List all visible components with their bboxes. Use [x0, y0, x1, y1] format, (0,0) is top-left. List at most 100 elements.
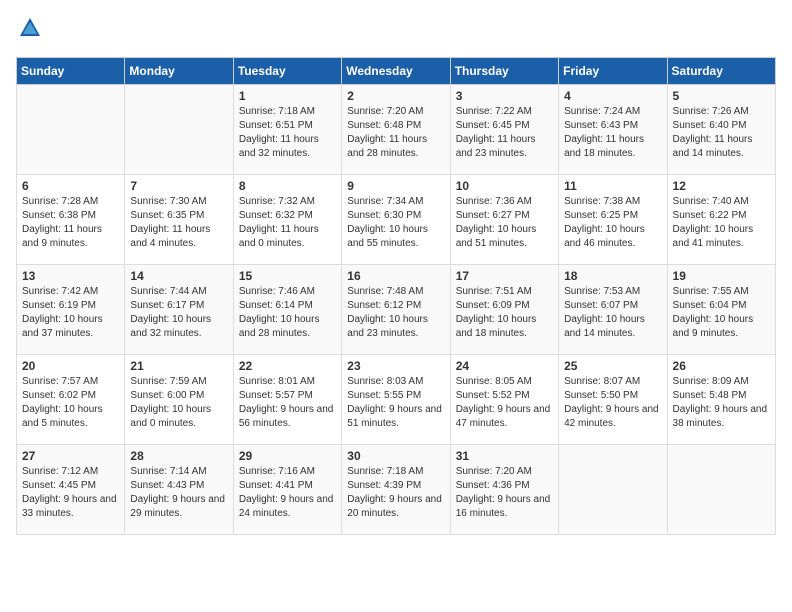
weekday-header-saturday: Saturday [667, 58, 775, 85]
cell-content: Sunrise: 8:05 AM Sunset: 5:52 PM Dayligh… [456, 375, 553, 431]
day-number: 30 [347, 449, 444, 463]
day-number: 17 [456, 269, 553, 283]
cell-content: Sunrise: 7:20 AM Sunset: 6:48 PM Dayligh… [347, 105, 444, 161]
calendar-cell: 3Sunrise: 7:22 AM Sunset: 6:45 PM Daylig… [450, 85, 558, 175]
day-number: 2 [347, 89, 444, 103]
cell-content: Sunrise: 8:07 AM Sunset: 5:50 PM Dayligh… [564, 375, 661, 431]
cell-content: Sunrise: 7:55 AM Sunset: 6:04 PM Dayligh… [673, 285, 770, 341]
weekday-header-tuesday: Tuesday [233, 58, 341, 85]
day-number: 9 [347, 179, 444, 193]
day-number: 25 [564, 359, 661, 373]
weekday-header-sunday: Sunday [17, 58, 125, 85]
day-number: 20 [22, 359, 119, 373]
calendar-cell: 23 Sunrise: 8:03 AM Sunset: 5:55 PM Dayli… [342, 355, 450, 445]
day-number: 29 [239, 449, 336, 463]
cell-content: Sunrise: 8:03 AM Sunset: 5:55 PM Dayligh… [347, 375, 444, 431]
calendar-cell: 12 Sunrise: 7:40 AM Sunset: 6:22 PM Dayli… [667, 175, 775, 265]
cell-content: Sunrise: 7:18 AM Sunset: 6:51 PM Dayligh… [239, 105, 336, 161]
calendar-cell: 27 Sunrise: 7:12 AM Sunset: 4:45 PM Dayli… [17, 445, 125, 535]
day-number: 14 [130, 269, 227, 283]
calendar-cell: 19Sunrise: 7:55 AM Sunset: 6:04 PM Dayli… [667, 265, 775, 355]
calendar-cell: 29Sunrise: 7:16 AM Sunset: 4:41 PM Dayli… [233, 445, 341, 535]
day-number: 31 [456, 449, 553, 463]
calendar-cell: 6Sunrise: 7:28 AM Sunset: 6:38 PM Daylig… [17, 175, 125, 265]
day-number: 5 [673, 89, 770, 103]
calendar-cell: 24 Sunrise: 8:05 AM Sunset: 5:52 PM Dayli… [450, 355, 558, 445]
cell-content: Sunrise: 7:46 AM Sunset: 6:14 PM Dayligh… [239, 285, 336, 341]
weekday-header-wednesday: Wednesday [342, 58, 450, 85]
calendar-cell: 2 Sunrise: 7:20 AM Sunset: 6:48 PM Daylig… [342, 85, 450, 175]
calendar-week-4: 20 Sunrise: 7:57 AM Sunset: 6:02 PM Dayli… [17, 355, 776, 445]
calendar-week-3: 13 Sunrise: 7:42 AM Sunset: 6:19 PM Dayli… [17, 265, 776, 355]
calendar-cell: 10 Sunrise: 7:36 AM Sunset: 6:27 PM Dayli… [450, 175, 558, 265]
calendar-cell: 15 Sunrise: 7:46 AM Sunset: 6:14 PM Dayli… [233, 265, 341, 355]
day-number: 8 [239, 179, 336, 193]
day-number: 27 [22, 449, 119, 463]
calendar-week-2: 6Sunrise: 7:28 AM Sunset: 6:38 PM Daylig… [17, 175, 776, 265]
calendar-week-5: 27 Sunrise: 7:12 AM Sunset: 4:45 PM Dayli… [17, 445, 776, 535]
logo-icon [18, 16, 42, 40]
cell-content: Sunrise: 7:34 AM Sunset: 6:30 PM Dayligh… [347, 195, 444, 251]
cell-content: Sunrise: 7:14 AM Sunset: 4:43 PM Dayligh… [130, 465, 227, 521]
calendar-cell: 5 Sunrise: 7:26 AM Sunset: 6:40 PM Daylig… [667, 85, 775, 175]
calendar-table: SundayMondayTuesdayWednesdayThursdayFrid… [16, 57, 776, 535]
weekday-header-thursday: Thursday [450, 58, 558, 85]
calendar-cell: 22 Sunrise: 8:01 AM Sunset: 5:57 PM Dayli… [233, 355, 341, 445]
day-number: 21 [130, 359, 227, 373]
calendar-cell: 17 Sunrise: 7:51 AM Sunset: 6:09 PM Dayli… [450, 265, 558, 355]
cell-content: Sunrise: 7:57 AM Sunset: 6:02 PM Dayligh… [22, 375, 119, 431]
logo [16, 16, 42, 45]
day-number: 16 [347, 269, 444, 283]
day-number: 4 [564, 89, 661, 103]
cell-content: Sunrise: 8:01 AM Sunset: 5:57 PM Dayligh… [239, 375, 336, 431]
calendar-week-1: 1 Sunrise: 7:18 AM Sunset: 6:51 PM Daylig… [17, 85, 776, 175]
cell-content: Sunrise: 7:51 AM Sunset: 6:09 PM Dayligh… [456, 285, 553, 341]
calendar-cell [125, 85, 233, 175]
day-number: 26 [673, 359, 770, 373]
cell-content: Sunrise: 7:32 AM Sunset: 6:32 PM Dayligh… [239, 195, 336, 251]
calendar-cell: 16Sunrise: 7:48 AM Sunset: 6:12 PM Dayli… [342, 265, 450, 355]
calendar-cell: 8 Sunrise: 7:32 AM Sunset: 6:32 PM Daylig… [233, 175, 341, 265]
calendar-cell: 13 Sunrise: 7:42 AM Sunset: 6:19 PM Dayli… [17, 265, 125, 355]
day-number: 13 [22, 269, 119, 283]
weekday-header-monday: Monday [125, 58, 233, 85]
cell-content: Sunrise: 7:28 AM Sunset: 6:38 PM Dayligh… [22, 195, 119, 251]
cell-content: Sunrise: 7:36 AM Sunset: 6:27 PM Dayligh… [456, 195, 553, 251]
day-number: 28 [130, 449, 227, 463]
day-number: 23 [347, 359, 444, 373]
cell-content: Sunrise: 7:12 AM Sunset: 4:45 PM Dayligh… [22, 465, 119, 521]
day-number: 15 [239, 269, 336, 283]
cell-content: Sunrise: 7:18 AM Sunset: 4:39 PM Dayligh… [347, 465, 444, 521]
calendar-cell: 9 Sunrise: 7:34 AM Sunset: 6:30 PM Daylig… [342, 175, 450, 265]
day-number: 10 [456, 179, 553, 193]
cell-content: Sunrise: 7:22 AM Sunset: 6:45 PM Dayligh… [456, 105, 553, 161]
cell-content: Sunrise: 7:38 AM Sunset: 6:25 PM Dayligh… [564, 195, 661, 251]
cell-content: Sunrise: 7:26 AM Sunset: 6:40 PM Dayligh… [673, 105, 770, 161]
day-number: 24 [456, 359, 553, 373]
day-number: 7 [130, 179, 227, 193]
cell-content: Sunrise: 7:59 AM Sunset: 6:00 PM Dayligh… [130, 375, 227, 431]
calendar-cell: 20 Sunrise: 7:57 AM Sunset: 6:02 PM Dayli… [17, 355, 125, 445]
cell-content: Sunrise: 7:42 AM Sunset: 6:19 PM Dayligh… [22, 285, 119, 341]
calendar-cell [667, 445, 775, 535]
cell-content: Sunrise: 7:40 AM Sunset: 6:22 PM Dayligh… [673, 195, 770, 251]
day-number: 11 [564, 179, 661, 193]
day-number: 1 [239, 89, 336, 103]
calendar-cell: 1 Sunrise: 7:18 AM Sunset: 6:51 PM Daylig… [233, 85, 341, 175]
cell-content: Sunrise: 7:30 AM Sunset: 6:35 PM Dayligh… [130, 195, 227, 251]
day-number: 18 [564, 269, 661, 283]
calendar-cell: 4 Sunrise: 7:24 AM Sunset: 6:43 PM Daylig… [559, 85, 667, 175]
calendar-cell [17, 85, 125, 175]
calendar-cell: 11 Sunrise: 7:38 AM Sunset: 6:25 PM Dayli… [559, 175, 667, 265]
cell-content: Sunrise: 7:24 AM Sunset: 6:43 PM Dayligh… [564, 105, 661, 161]
calendar-cell: 18Sunrise: 7:53 AM Sunset: 6:07 PM Dayli… [559, 265, 667, 355]
calendar-cell: 30 Sunrise: 7:18 AM Sunset: 4:39 PM Dayli… [342, 445, 450, 535]
day-number: 12 [673, 179, 770, 193]
weekday-header-friday: Friday [559, 58, 667, 85]
calendar-cell: 7 Sunrise: 7:30 AM Sunset: 6:35 PM Daylig… [125, 175, 233, 265]
calendar-cell: 26 Sunrise: 8:09 AM Sunset: 5:48 PM Dayli… [667, 355, 775, 445]
cell-content: Sunrise: 8:09 AM Sunset: 5:48 PM Dayligh… [673, 375, 770, 431]
calendar-cell: 14Sunrise: 7:44 AM Sunset: 6:17 PM Dayli… [125, 265, 233, 355]
day-number: 22 [239, 359, 336, 373]
cell-content: Sunrise: 7:20 AM Sunset: 4:36 PM Dayligh… [456, 465, 553, 521]
